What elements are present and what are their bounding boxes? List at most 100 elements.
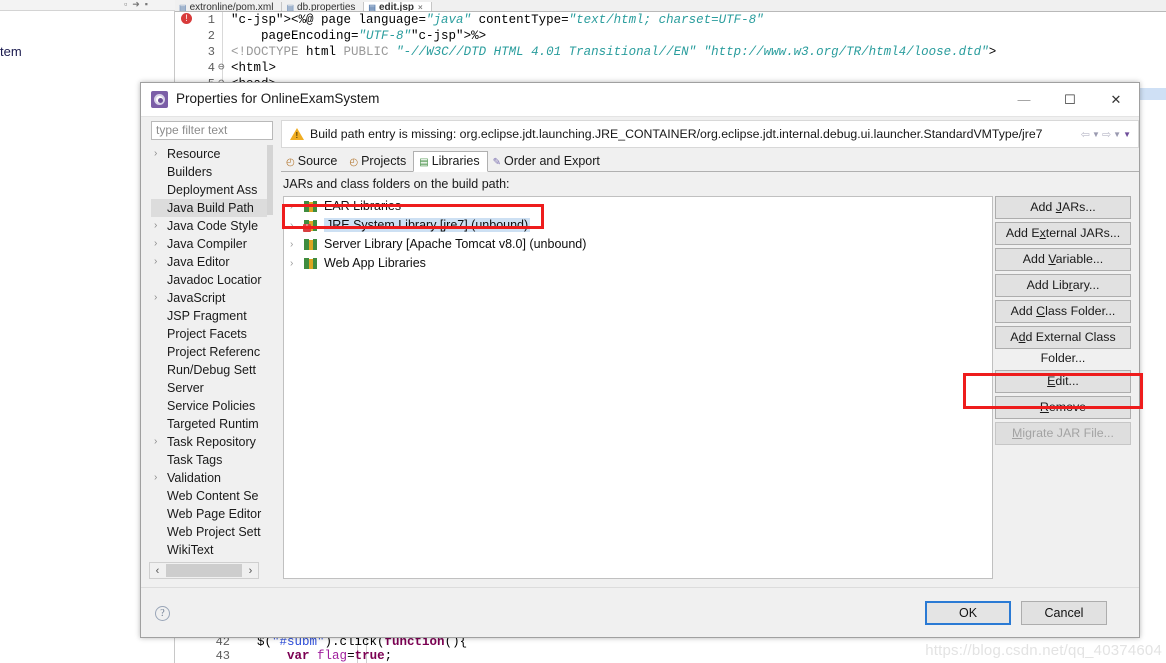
code-fold-icon[interactable]: ⊖ bbox=[218, 60, 225, 76]
library-list-item[interactable]: › EAR Libraries bbox=[284, 197, 992, 216]
tree-vscroll-thumb[interactable] bbox=[267, 145, 273, 215]
editor-tab-1[interactable]: ▤ db.properties bbox=[282, 2, 365, 11]
line-number: 3 bbox=[207, 45, 215, 59]
sidebar-item-task-repository[interactable]: › Task Repository bbox=[151, 433, 273, 451]
watermark: https://blog.csdn.net/qq_40374604 bbox=[925, 642, 1162, 659]
back-arrow-icon[interactable]: ⇦ bbox=[1081, 128, 1090, 141]
edit-button[interactable]: Edit... bbox=[995, 370, 1131, 393]
code-text: pageEncoding="UTF-8""c-jsp">%> bbox=[231, 29, 487, 43]
ide-left-toolbar-icons[interactable]: ▫➜▪ bbox=[124, 0, 153, 10]
code-line[interactable]: 3 <!DOCTYPE html PUBLIC "-//W3C//DTD HTML… bbox=[175, 44, 1166, 60]
sidebar-item-label: WikiText bbox=[167, 543, 214, 555]
remove-button[interactable]: Remove bbox=[995, 396, 1131, 419]
forward-menu-chevron-down-icon[interactable]: ▼ bbox=[1113, 130, 1121, 139]
tab-projects[interactable]: ◴ Projects bbox=[344, 151, 413, 172]
tree-scroll-left-arrow[interactable]: ‹ bbox=[150, 565, 165, 577]
sidebar-item-jsp-fragment[interactable]: JSP Fragment bbox=[151, 307, 273, 325]
build-path-tab-strip[interactable]: ◴ Source ◴ Projects ▤ Libraries ✎ Order and Exp… bbox=[281, 151, 1139, 172]
expand-chevron-right-icon[interactable]: › bbox=[154, 217, 157, 235]
library-name: EAR Libraries bbox=[324, 199, 402, 213]
forward-arrow-icon[interactable]: ⇨ bbox=[1102, 128, 1111, 141]
tree-scroll-right-arrow[interactable]: › bbox=[243, 565, 258, 577]
add-class-folder-button[interactable]: Add Class Folder... bbox=[995, 300, 1131, 323]
filter-input[interactable]: type filter text bbox=[151, 121, 273, 140]
libraries-list[interactable]: › EAR Libraries ›! JRE System Library [jre7… bbox=[283, 196, 993, 579]
add-library-button[interactable]: Add Library... bbox=[995, 274, 1131, 297]
add-external-jars-button[interactable]: Add External JARs... bbox=[995, 222, 1131, 245]
sidebar-item-web-content-se[interactable]: Web Content Se bbox=[151, 487, 273, 505]
sidebar-item-java-build-path[interactable]: Java Build Path bbox=[151, 199, 273, 217]
sidebar-item-web-page-editor[interactable]: Web Page Editor bbox=[151, 505, 273, 523]
sidebar-item-run-debug-sett[interactable]: Run/Debug Sett bbox=[151, 361, 273, 379]
sidebar-item-label: Java Build Path bbox=[167, 201, 254, 215]
editor-tab-0[interactable]: ▤ extronline/pom.xml bbox=[175, 2, 283, 11]
expand-chevron-right-icon[interactable]: › bbox=[154, 469, 157, 487]
expand-chevron-right-icon[interactable]: › bbox=[290, 235, 293, 254]
properties-gear-icon bbox=[151, 91, 168, 108]
code-line[interactable]: 2 pageEncoding="UTF-8""c-jsp">%> bbox=[175, 28, 1166, 44]
sidebar-item-project-facets[interactable]: Project Facets bbox=[151, 325, 273, 343]
sidebar-item-project-referenc[interactable]: Project Referenc bbox=[151, 343, 273, 361]
cancel-button[interactable]: Cancel bbox=[1021, 601, 1107, 625]
expand-chevron-right-icon[interactable]: › bbox=[290, 197, 293, 216]
sidebar-item-builders[interactable]: Builders bbox=[151, 163, 273, 181]
sidebar-item-java-code-style[interactable]: › Java Code Style bbox=[151, 217, 273, 235]
sidebar-item-server[interactable]: Server bbox=[151, 379, 273, 397]
tab-label: Libraries bbox=[431, 154, 480, 168]
sidebar-item-validation[interactable]: › Validation bbox=[151, 469, 273, 487]
sidebar-item-targeted-runtim[interactable]: Targeted Runtim bbox=[151, 415, 273, 433]
tab-label: Projects bbox=[361, 154, 407, 168]
more-menu-chevron-down-icon[interactable]: ▼ bbox=[1123, 130, 1131, 139]
editor-tab-2[interactable]: ▤ edit.jsp × bbox=[364, 2, 432, 11]
sidebar-item-label: Java Code Style bbox=[167, 219, 259, 233]
editor-tab-bar[interactable]: ▤ extronline/pom.xml ▤ db.properties ▤ edit.j… bbox=[175, 0, 1166, 12]
libraries-icon: ▤ bbox=[419, 157, 429, 168]
expand-chevron-right-icon[interactable]: › bbox=[154, 289, 157, 307]
editor-tab-close-icon[interactable]: × bbox=[418, 3, 423, 11]
expand-chevron-right-icon[interactable]: › bbox=[154, 235, 157, 253]
sidebar-item-web-project-sett[interactable]: Web Project Sett bbox=[151, 523, 273, 541]
sidebar-item-deployment-ass[interactable]: Deployment Ass bbox=[151, 181, 273, 199]
add-jars-button[interactable]: Add JARs... bbox=[995, 196, 1131, 219]
library-list-item[interactable]: ›! JRE System Library [jre7] (unbound) bbox=[284, 216, 992, 235]
library-list-item[interactable]: › Web App Libraries bbox=[284, 254, 992, 273]
tree-vertical-scrollbar[interactable] bbox=[267, 145, 273, 555]
sidebar-item-label: Web Project Sett bbox=[167, 525, 261, 539]
migrate-jar-file-button: Migrate JAR File... bbox=[995, 422, 1131, 445]
ide-left-panel-toolbar[interactable]: ▫➜▪ bbox=[0, 0, 175, 11]
sidebar-item-java-compiler[interactable]: › Java Compiler bbox=[151, 235, 273, 253]
sidebar-item-resource[interactable]: › Resource bbox=[151, 145, 273, 163]
add-external-class-folder-button[interactable]: Add External Class Folder... bbox=[995, 326, 1131, 365]
sidebar-item-javadoc-locatior[interactable]: Javadoc Locatior bbox=[151, 271, 273, 289]
editor-scroll-marker bbox=[1140, 88, 1166, 100]
add-variable-button[interactable]: Add Variable... bbox=[995, 248, 1131, 271]
sidebar-item-wikitext[interactable]: WikiText bbox=[151, 541, 273, 555]
expand-chevron-right-icon[interactable]: › bbox=[290, 254, 293, 273]
sidebar-item-service-policies[interactable]: Service Policies bbox=[151, 397, 273, 415]
sidebar-item-javascript[interactable]: › JavaScript bbox=[151, 289, 273, 307]
code-line[interactable]: 4 ⊖ <html> bbox=[175, 60, 1166, 76]
minimize-button[interactable]: — bbox=[1001, 83, 1047, 116]
code-text: "c-jsp"><%@ page language="java" content… bbox=[231, 13, 764, 27]
close-button[interactable]: ✕ bbox=[1093, 83, 1139, 116]
expand-chevron-right-icon[interactable]: › bbox=[154, 433, 157, 451]
code-line[interactable]: ! 1 "c-jsp"><%@ page language="java" conte… bbox=[175, 12, 1166, 28]
tree-horizontal-scrollbar[interactable]: ‹ › bbox=[149, 562, 259, 579]
expand-chevron-right-icon[interactable]: › bbox=[154, 253, 157, 271]
tab-source[interactable]: ◴ Source bbox=[281, 151, 344, 172]
dialog-title-bar[interactable]: Properties for OnlineExamSystem — ☐ ✕ bbox=[141, 83, 1139, 117]
back-menu-chevron-down-icon[interactable]: ▼ bbox=[1092, 130, 1100, 139]
sidebar-item-java-editor[interactable]: › Java Editor bbox=[151, 253, 273, 271]
expand-chevron-right-icon[interactable]: › bbox=[290, 216, 293, 235]
tab-libraries[interactable]: ▤ Libraries bbox=[413, 151, 488, 172]
maximize-button[interactable]: ☐ bbox=[1047, 83, 1093, 116]
tree-scroll-thumb[interactable] bbox=[166, 564, 242, 577]
ok-button[interactable]: OK bbox=[925, 601, 1011, 625]
settings-tree[interactable]: › Resource Builders Deployment Ass Java Buil… bbox=[151, 145, 273, 555]
library-list-item[interactable]: › Server Library [Apache Tomcat v8.0] (un… bbox=[284, 235, 992, 254]
expand-chevron-right-icon[interactable]: › bbox=[154, 145, 157, 163]
library-icon bbox=[304, 258, 317, 269]
help-icon[interactable]: ? bbox=[155, 606, 170, 621]
tab-order-and-export[interactable]: ✎ Order and Export bbox=[488, 151, 607, 172]
sidebar-item-task-tags[interactable]: Task Tags bbox=[151, 451, 273, 469]
